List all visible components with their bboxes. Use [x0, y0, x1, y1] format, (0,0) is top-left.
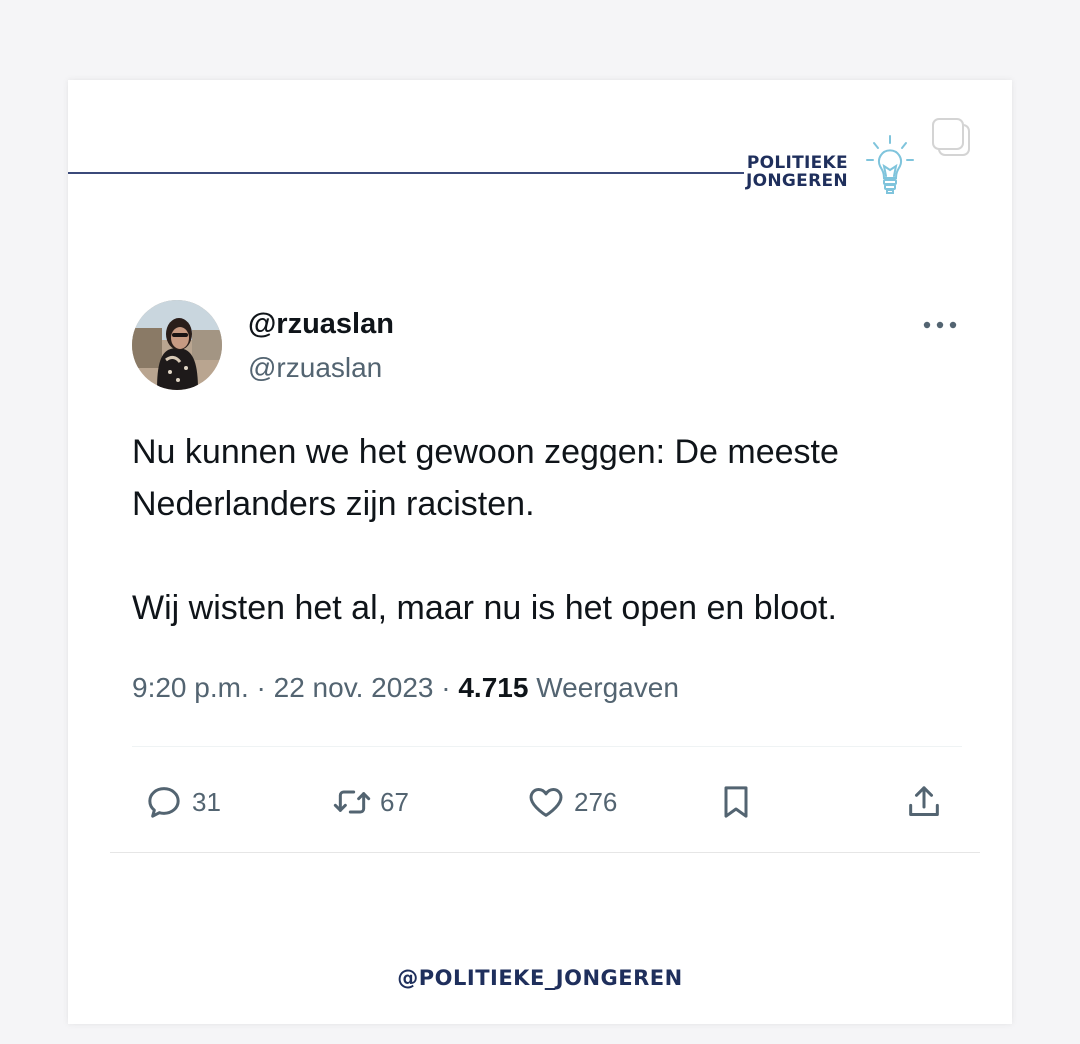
tweet-date[interactable]: 22 nov. 2023 — [274, 672, 434, 703]
views-label: Weergaven — [536, 672, 679, 703]
lightbulb-icon — [866, 135, 914, 194]
like-icon — [529, 788, 563, 817]
multiple-posts-icon[interactable] — [930, 116, 972, 158]
share-button[interactable] — [904, 780, 944, 824]
like-button[interactable]: 276 — [526, 780, 617, 824]
retweet-icon — [333, 790, 371, 814]
share-icon — [909, 786, 939, 816]
reply-count: 31 — [192, 786, 221, 817]
avatar[interactable] — [132, 300, 222, 390]
tweet-paragraph: Wij wisten het al, maar nu is het open e… — [132, 589, 837, 627]
brand-line-1: POLITIEKE — [746, 153, 848, 173]
bookmark-button[interactable] — [716, 780, 756, 824]
action-bar: 31 67 276 — [68, 780, 1012, 830]
divider — [132, 746, 962, 747]
tweet-meta: 9:20 p.m. · 22 nov. 2023 · 4.715 Weergav… — [132, 672, 679, 704]
footer-handle: @POLITIEKE_JONGEREN — [397, 966, 683, 990]
reply-icon — [148, 787, 180, 818]
meta-separator: · — [441, 672, 451, 703]
views-count: 4.715 — [458, 672, 529, 703]
brand-line-2: JONGEREN — [746, 171, 848, 191]
display-name[interactable]: @rzuaslan — [248, 308, 394, 341]
user-handle[interactable]: @rzuaslan — [248, 352, 382, 384]
tweet-text: Nu kunnen we het gewoon zeggen: De meest… — [132, 426, 952, 634]
divider — [110, 852, 980, 853]
tweet-paragraph: Nu kunnen we het gewoon zeggen: De meest… — [132, 433, 839, 523]
retweet-count: 67 — [380, 786, 409, 817]
reply-button[interactable]: 31 — [144, 780, 221, 824]
retweet-button[interactable]: 67 — [332, 780, 409, 824]
tweet-time[interactable]: 9:20 p.m. — [132, 672, 249, 703]
meta-separator: · — [256, 672, 266, 703]
like-count: 276 — [574, 786, 618, 817]
more-options-icon[interactable] — [920, 318, 960, 332]
brand-logo-text: POLITIEKE JONGEREN — [746, 154, 848, 190]
bookmark-icon — [724, 786, 748, 818]
header-rule — [68, 172, 744, 174]
post-card: POLITIEKE JONGEREN @rzuaslan @rzuaslan N… — [68, 80, 1012, 1024]
